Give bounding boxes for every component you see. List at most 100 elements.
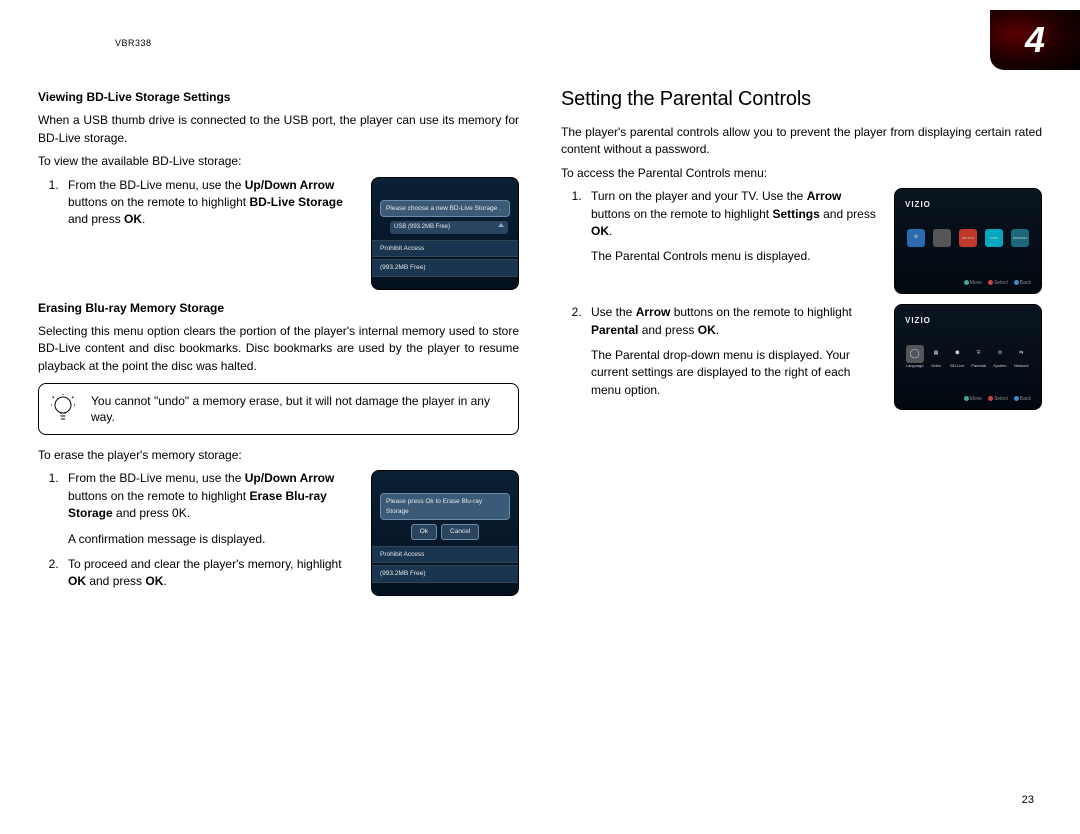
settings-icon: ⚙ xyxy=(907,229,925,247)
text: Use the xyxy=(591,305,636,319)
hint: Back xyxy=(1014,280,1031,287)
text: and press xyxy=(638,323,697,337)
vizio-logo: VIZIO xyxy=(905,199,1031,211)
text: Select xyxy=(994,396,1008,402)
network-icon: ⇆ xyxy=(1012,345,1030,363)
menu-item: ⚙System xyxy=(991,345,1009,369)
step-text: Turn on the player and your TV. Use the … xyxy=(561,188,880,274)
system-icon: ⚙ xyxy=(991,345,1009,363)
para-erase-how: To erase the player's memory storage: xyxy=(38,447,519,464)
text: buttons on the remote to highlight xyxy=(670,305,851,319)
text: . xyxy=(716,323,719,337)
para: The Parental drop-down menu is displayed… xyxy=(591,347,880,399)
para-parental-intro: The player's parental controls allow you… xyxy=(561,124,1042,159)
text: Move xyxy=(970,396,982,402)
hint: Back xyxy=(1014,396,1031,403)
section-heading-parental: Setting the Parental Controls xyxy=(561,85,1042,114)
screenshot-bdlive-storage: Please choose a new BD-Live Storage . US… xyxy=(371,177,519,290)
chevron-up-icon xyxy=(498,223,504,227)
dialog-title: Please choose a new BD-Live Storage . xyxy=(380,200,510,217)
text: Move xyxy=(970,280,982,286)
text: buttons on the remote to highlight xyxy=(68,489,249,503)
label: Parental xyxy=(970,363,988,369)
tip-box: You cannot "undo" a memory erase, but it… xyxy=(38,383,519,435)
globe-icon: ◯ xyxy=(906,345,924,363)
label: System xyxy=(991,363,1009,369)
para-parental-access: To access the Parental Controls menu: xyxy=(561,165,1042,182)
para-bdlive-intro: When a USB thumb drive is connected to t… xyxy=(38,112,519,147)
menu-item: ⬢BD-Live xyxy=(948,345,966,369)
app-icon-row: ⚙ NETFLIX vudu PANDORA xyxy=(905,229,1031,247)
menu-line: (993.2MB Free) xyxy=(372,565,518,582)
netflix-icon: NETFLIX xyxy=(959,229,977,247)
screenshot-home-menu: VIZIO ⚙ NETFLIX vudu PANDORA Move Select… xyxy=(894,188,1042,294)
text: Turn on the player and your TV. Use the xyxy=(591,189,807,203)
bdlive-icon: ⬢ xyxy=(948,345,966,363)
text: From the BD-Live menu, use the xyxy=(68,178,245,192)
bold: Parental xyxy=(591,323,638,337)
bold: OK xyxy=(698,323,716,337)
bold: OK xyxy=(124,212,142,226)
menu-item: ⛨Parental xyxy=(970,345,988,369)
label: Language xyxy=(906,363,924,369)
hint: Move xyxy=(964,396,982,403)
bold: OK xyxy=(145,574,163,588)
model-number: VBR338 xyxy=(115,38,152,48)
parental-icon: ⛨ xyxy=(970,345,988,363)
hint: Select xyxy=(988,280,1008,287)
bold: OK xyxy=(591,224,609,238)
text: USB (993.2MB Free) xyxy=(394,223,450,232)
step-row-parental-1: Turn on the player and your TV. Use the … xyxy=(561,188,1042,294)
hint: Move xyxy=(964,280,982,287)
dialog-buttons: Ok Cancel xyxy=(372,524,518,539)
bold: Arrow xyxy=(636,305,671,319)
app-icon xyxy=(933,229,951,247)
bold: Up/Down Arrow xyxy=(245,471,335,485)
text: . xyxy=(609,224,612,238)
ok-button: Ok xyxy=(411,524,437,539)
para-bdlive-view: To view the available BD-Live storage: xyxy=(38,153,519,170)
text: and press 0K. xyxy=(113,506,190,520)
vizio-logo: VIZIO xyxy=(905,315,1031,327)
menu-item: ⇆Network xyxy=(1012,345,1030,369)
settings-icon-row: ◯Language ▦Video ⬢BD-Live ⛨Parental ⚙Sys… xyxy=(905,345,1031,369)
text: and press xyxy=(820,207,876,221)
list-item: From the BD-Live menu, use the Up/Down A… xyxy=(62,470,357,548)
tip-text: You cannot "undo" a memory erase, but it… xyxy=(91,393,506,425)
menu-item: ▦Video xyxy=(927,345,945,369)
chapter-badge: 4 xyxy=(990,10,1080,70)
text: . xyxy=(142,212,145,226)
chapter-number: 4 xyxy=(1025,19,1045,61)
list-item: Turn on the player and your TV. Use the … xyxy=(585,188,880,266)
para: The Parental Controls menu is displayed. xyxy=(591,248,880,265)
cancel-button: Cancel xyxy=(441,524,479,539)
bold: OK xyxy=(68,574,86,588)
screenshot-erase-dialog: Please press Ok to Erase Blu-ray Storage… xyxy=(371,470,519,595)
bold: Arrow xyxy=(807,189,842,203)
pandora-icon: PANDORA xyxy=(1011,229,1029,247)
vudu-icon: vudu xyxy=(985,229,1003,247)
subhead-erase: Erasing Blu-ray Memory Storage xyxy=(38,300,519,317)
text: and press xyxy=(68,212,124,226)
text: Back xyxy=(1020,396,1031,402)
dialog-title: Please press Ok to Erase Blu-ray Storage xyxy=(380,493,510,520)
content-columns: Viewing BD-Live Storage Settings When a … xyxy=(38,85,1042,609)
step-row-parental-2: Use the Arrow buttons on the remote to h… xyxy=(561,304,1042,410)
label: Video xyxy=(927,363,945,369)
menu-line: (993.2MB Free) xyxy=(372,259,518,276)
menu-line: Prohibit Access xyxy=(372,240,518,257)
label: Network xyxy=(1012,363,1030,369)
page-number: 23 xyxy=(1022,794,1034,806)
text: . xyxy=(163,574,166,588)
text: To proceed and clear the player's memory… xyxy=(68,557,342,571)
screenshot-settings-menu: VIZIO ◯Language ▦Video ⬢BD-Live ⛨Parenta… xyxy=(894,304,1042,410)
right-column: Setting the Parental Controls The player… xyxy=(561,85,1042,609)
left-column: Viewing BD-Live Storage Settings When a … xyxy=(38,85,519,609)
lightbulb-icon xyxy=(49,392,77,426)
hint: Select xyxy=(988,396,1008,403)
text: Please choose a new BD-Live Storage . xyxy=(386,204,501,213)
text: Select xyxy=(994,280,1008,286)
text: buttons on the remote to highlight xyxy=(591,207,772,221)
list-item: Use the Arrow buttons on the remote to h… xyxy=(585,304,880,399)
list-item: To proceed and clear the player's memory… xyxy=(62,556,357,591)
